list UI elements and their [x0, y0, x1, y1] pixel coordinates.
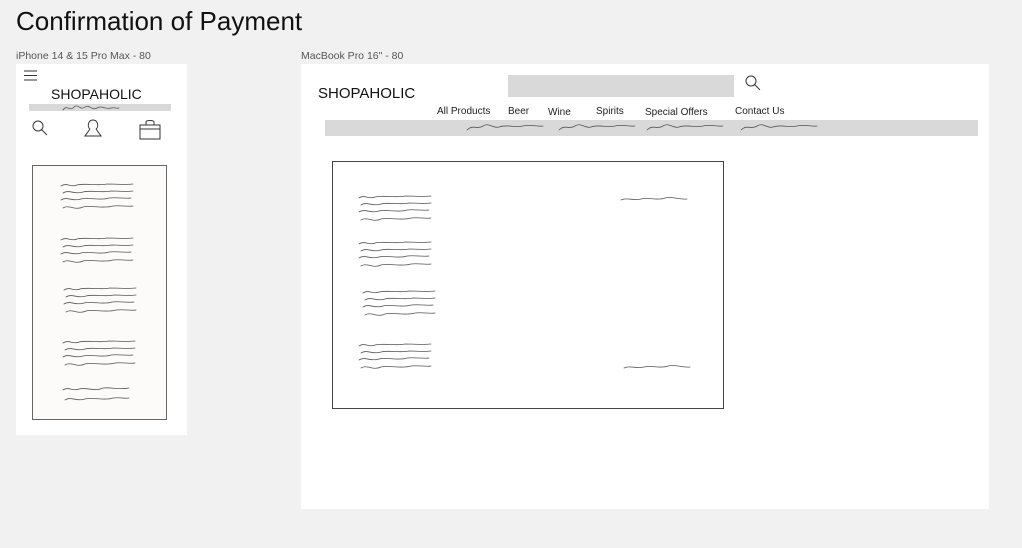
mobile-text-block [59, 234, 135, 274]
mobile-promo-scribble [61, 102, 121, 114]
mobile-frame-label: iPhone 14 & 15 Pro Max - 80 [16, 50, 151, 62]
payment-summary-box [332, 161, 724, 409]
payment-detail-block [357, 192, 433, 232]
payment-detail-block [361, 287, 437, 327]
payment-detail-block [357, 238, 433, 278]
payment-total-scribble [622, 362, 692, 372]
desktop-frame: SHOPAHOLIC All Products Beer Wine Spirit… [301, 64, 989, 509]
nav-beer[interactable]: Beer [508, 106, 529, 117]
payment-amount-scribble [619, 194, 689, 204]
mobile-frame: SHOPAHOLIC [16, 64, 187, 435]
mobile-payment-summary-card [32, 165, 167, 420]
desktop-promo-scribble [465, 120, 825, 134]
nav-wine[interactable]: Wine [548, 107, 571, 118]
search-icon[interactable] [32, 120, 48, 136]
mobile-total-scribble [61, 384, 133, 408]
desktop-brand-logo[interactable]: SHOPAHOLIC [318, 85, 415, 102]
mobile-brand-logo[interactable]: SHOPAHOLIC [51, 86, 142, 102]
mobile-text-block [61, 337, 137, 377]
payment-detail-block [357, 340, 433, 380]
user-icon[interactable] [83, 118, 103, 138]
nav-spirits[interactable]: Spirits [596, 106, 624, 117]
shopping-bag-icon[interactable] [139, 119, 161, 140]
mobile-text-block [59, 180, 135, 220]
desktop-search-input[interactable] [508, 75, 734, 97]
search-icon[interactable] [745, 75, 761, 91]
mobile-text-block [62, 284, 138, 324]
desktop-frame-label: MacBook Pro 16" - 80 [301, 50, 404, 62]
page-title: Confirmation of Payment [16, 6, 303, 36]
nav-all-products[interactable]: All Products [437, 106, 490, 117]
nav-special-offers[interactable]: Special Offers [645, 107, 708, 118]
nav-contact-us[interactable]: Contact Us [735, 106, 784, 117]
menu-icon[interactable] [24, 70, 38, 81]
